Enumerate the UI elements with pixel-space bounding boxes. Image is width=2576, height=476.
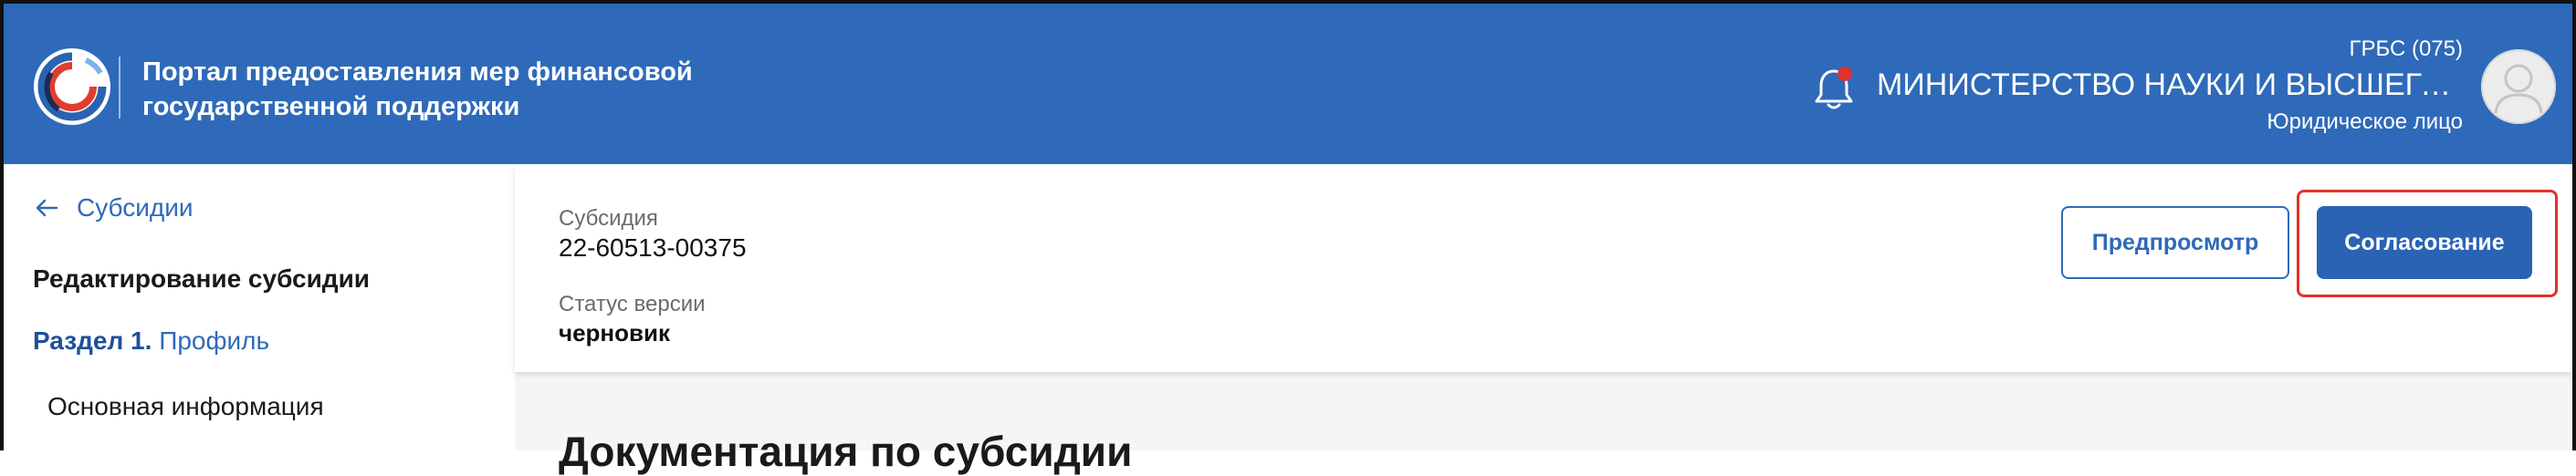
back-to-subsidies-link[interactable]: Субсидии — [35, 193, 194, 222]
notifications-bell-icon[interactable] — [1811, 64, 1857, 113]
org-type: Юридическое лицо — [2267, 109, 2463, 134]
portal-logo-icon[interactable] — [31, 46, 113, 128]
portal-title-line2: государственной поддержки — [142, 92, 520, 121]
approve-button[interactable]: Согласование — [2317, 206, 2532, 279]
sidebar: Субсидии Редактирование субсидии Раздел … — [4, 164, 515, 450]
section-name: Профиль — [159, 326, 270, 355]
sidebar-heading: Редактирование субсидии — [33, 264, 370, 293]
user-avatar-icon[interactable] — [2481, 49, 2556, 124]
subsidy-info-card: Субсидия 22-60513-00375 Статус версии че… — [515, 164, 2572, 372]
portal-title[interactable]: Портал предоставления мер финансовой гос… — [142, 55, 800, 124]
preview-button[interactable]: Предпросмотр — [2061, 206, 2289, 279]
org-name[interactable]: МИНИСТЕРСТВО НАУКИ И ВЫСШЕГО... — [1877, 67, 2461, 103]
back-link-label: Субсидии — [77, 193, 194, 222]
status-label: Статус версии — [559, 292, 706, 316]
sidebar-item-basic-info[interactable]: Основная информация — [47, 392, 324, 421]
org-code: ГРБС (075) — [2349, 36, 2463, 61]
sidebar-section-profile[interactable]: Раздел 1. Профиль — [33, 326, 269, 356]
status-value: черновик — [559, 319, 671, 347]
subsidy-id-label: Субсидия — [559, 206, 658, 231]
section-prefix: Раздел 1. — [33, 326, 152, 355]
top-header: Портал предоставления мер финансовой гос… — [4, 4, 2572, 164]
main-content: Субсидия 22-60513-00375 Статус версии че… — [515, 164, 2572, 475]
logo-divider — [119, 57, 120, 119]
portal-title-line1: Портал предоставления мер финансовой — [142, 57, 693, 87]
subsidy-id-value: 22-60513-00375 — [559, 233, 747, 262]
arrow-left-icon — [36, 199, 58, 217]
documentation-heading: Документация по субсидии — [559, 428, 1133, 475]
